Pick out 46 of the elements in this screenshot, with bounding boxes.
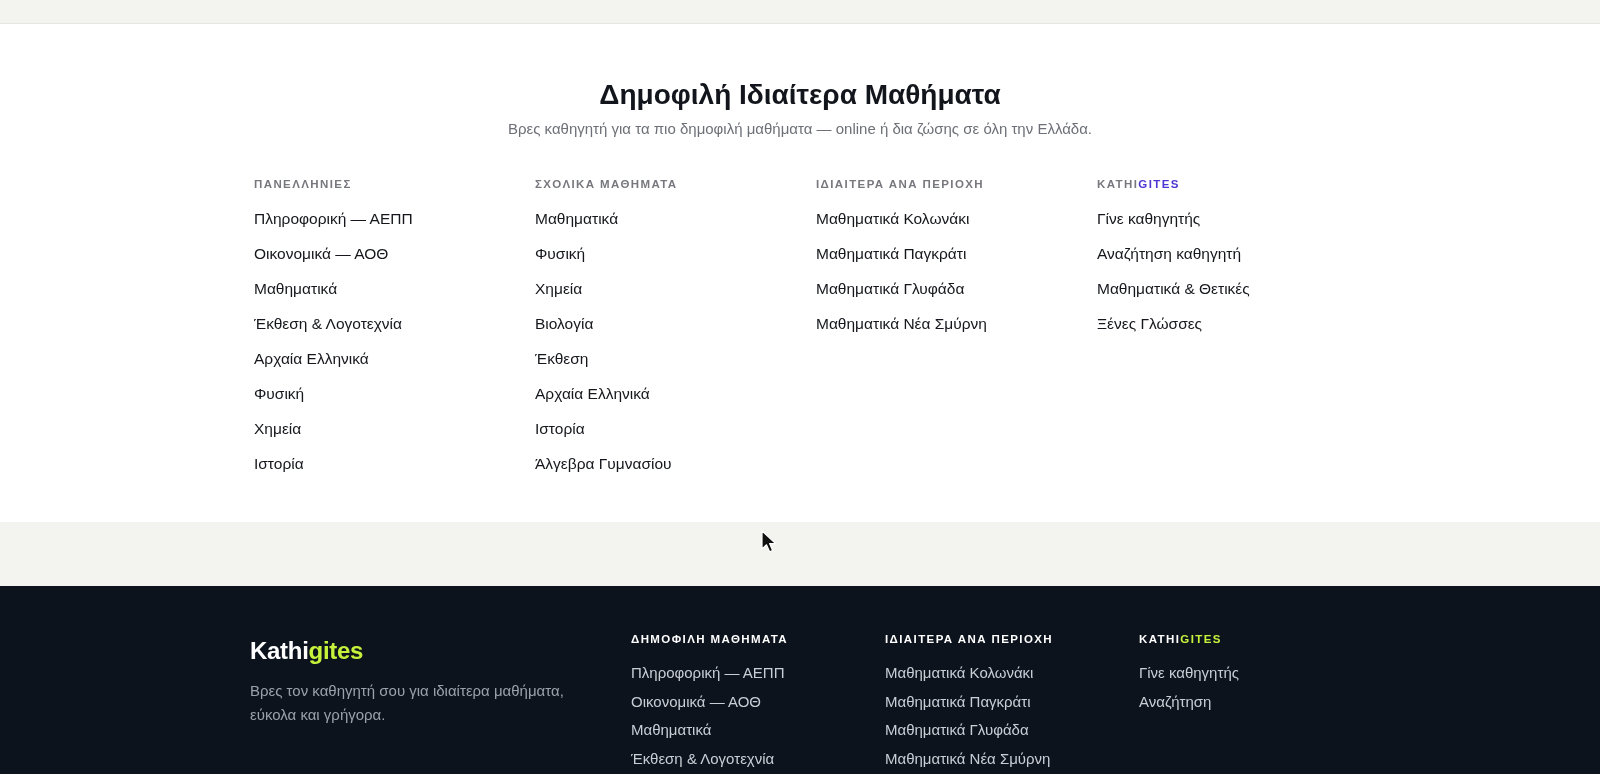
course-link[interactable]: Βιολογία — [535, 314, 594, 334]
course-link[interactable]: Αναζήτηση καθηγητή — [1097, 244, 1242, 264]
footer-link[interactable]: Γίνε καθηγητής — [1139, 663, 1239, 682]
column-heading: ΠΑΝΕΛΛΗΝΙΕΣ — [254, 177, 352, 192]
course-link[interactable]: Ιστορία — [254, 454, 304, 474]
column-heading: KATHIGITES — [1097, 177, 1180, 192]
footer-description: Βρες τον καθηγητή σου για ιδιαίτερα μαθήματα, εύκολα και γρήγορα. — [250, 681, 565, 725]
footer-link[interactable]: Μαθηματικά Παγκράτι — [885, 691, 1031, 711]
footer-link[interactable]: Έκθεση & Λογοτεχνία — [631, 748, 775, 768]
footer-link[interactable]: Πληροφορική — ΑΕΠΠ — [631, 663, 785, 682]
footer-logo[interactable]: Kathigites — [250, 636, 364, 666]
section-subtitle: Βρες καθηγητή για τα πιο δημοφιλή μαθήματα — online ή δια ζώσης σε όλη την Ελλάδα. — [506, 119, 1094, 139]
column-heading: ΙΔΙΑΙΤΕΡΑ ΑΝΑ ΠΕΡΙΟΧΗ — [816, 177, 984, 192]
footer-heading: ΙΔΙΑΙΤΕΡΑ ΑΝΑ ΠΕΡΙΟΧΗ — [885, 632, 1053, 647]
footer-heading: ΔΗΜΟΦΙΛΗ ΜΑΘΗΜΑΤΑ — [631, 632, 788, 647]
pointer-cursor-icon — [761, 530, 777, 553]
course-link[interactable]: Μαθηματικά Νέα Σμύρνη — [816, 314, 987, 334]
course-link[interactable]: Πληροφορική — ΑΕΠΠ — [254, 209, 413, 229]
footer-link[interactable]: Οικονομικά — ΑΟΘ — [631, 691, 761, 711]
course-link[interactable]: Μαθηματικά Κολωνάκι — [816, 209, 970, 229]
column-heading: ΣΧΟΛΙΚΑ ΜΑΘΗΜΑΤΑ — [535, 177, 678, 192]
course-link[interactable]: Μαθηματικά & Θετικές — [1097, 279, 1250, 299]
course-link[interactable]: Αρχαία Ελληνικά — [535, 384, 650, 404]
course-link[interactable]: Αρχαία Ελληνικά — [254, 349, 369, 369]
course-link[interactable]: Έκθεση — [535, 349, 589, 369]
footer-link[interactable]: Αναζήτηση — [1139, 691, 1212, 711]
footer-link[interactable]: Μαθηματικά Νέα Σμύρνη — [885, 748, 1051, 768]
course-link[interactable]: Γίνε καθηγητής — [1097, 209, 1201, 229]
course-link[interactable]: Φυσική — [254, 384, 305, 404]
course-link[interactable]: Έκθεση & Λογοτεχνία — [254, 314, 402, 334]
footer-link[interactable]: Μαθηματικά Γλυφάδα — [885, 720, 1029, 739]
course-link[interactable]: Μαθηματικά Γλυφάδα — [816, 279, 965, 299]
course-link[interactable]: Ξένες Γλώσσες — [1097, 314, 1203, 334]
course-link[interactable]: Οικονομικά — ΑΟΘ — [254, 244, 389, 264]
course-link[interactable]: Ιστορία — [535, 419, 585, 439]
course-link[interactable]: Μαθηματικά — [254, 279, 338, 299]
course-link[interactable]: Χημεία — [535, 279, 583, 299]
section-title: Δημοφιλή Ιδιαίτερα Μαθήματα — [598, 78, 1002, 112]
course-link[interactable]: Χημεία — [254, 419, 302, 439]
course-link[interactable]: Φυσική — [535, 244, 586, 264]
course-link[interactable]: Μαθηματικά Παγκράτι — [816, 244, 967, 264]
course-link[interactable]: Μαθηματικά — [535, 209, 619, 229]
course-link[interactable]: Άλγεβρα Γυμνασίου — [535, 454, 672, 474]
footer-heading: KATHIGITES — [1139, 632, 1222, 647]
footer-link[interactable]: Μαθηματικά — [631, 720, 712, 739]
footer-link[interactable]: Μαθηματικά Κολωνάκι — [885, 663, 1034, 682]
